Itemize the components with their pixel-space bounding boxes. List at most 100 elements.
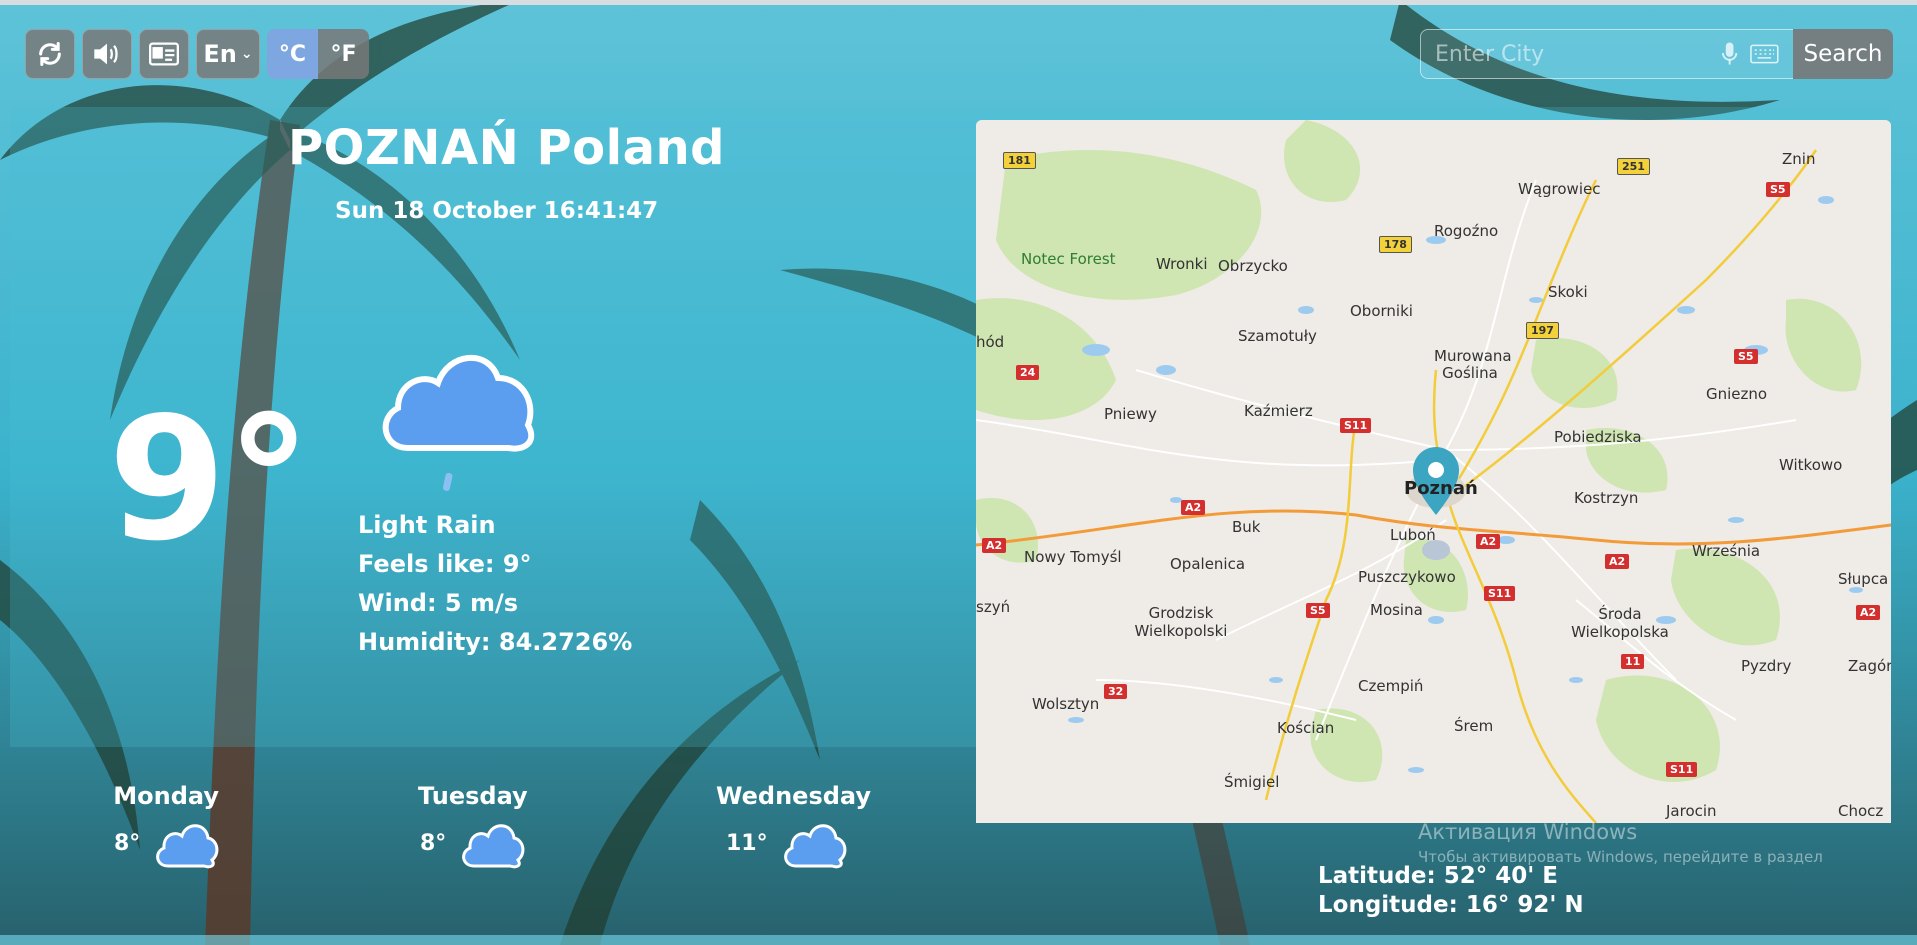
- map-place-label: Grodzisk Wielkopolski: [1134, 604, 1228, 640]
- map-place-label: Obrzycko: [1218, 257, 1288, 275]
- city-title: POZNAŃ Poland: [288, 120, 726, 176]
- wind-text: Wind: 5 m/s: [358, 589, 519, 617]
- microphone-icon[interactable]: [1721, 41, 1738, 67]
- cloud-icon: [156, 824, 219, 869]
- forecast-day-wednesday: Wednesday 11°: [716, 782, 871, 870]
- id-card-icon: [149, 42, 179, 66]
- road-shield: S11: [1666, 762, 1698, 777]
- map-place-label: Opalenica: [1170, 555, 1246, 573]
- road-shield: A2: [1181, 500, 1206, 515]
- card-button[interactable]: [139, 29, 189, 79]
- map-place-label: Śmigiel: [1224, 773, 1280, 791]
- map-place-label: Puszczykowo: [1358, 568, 1456, 586]
- toolbar: En ⌄ °C °F: [25, 29, 369, 79]
- coordinates: Latitude: 52° 40' E Longitude: 16° 92' N: [1318, 862, 1584, 920]
- weather-details: Light Rain Feels like: 9° Wind: 5 m/s Hu…: [358, 506, 632, 662]
- map-place-label: Nowy Tomyśl: [1024, 548, 1122, 566]
- map-place-label: Murowana Goślina: [1434, 347, 1512, 382]
- road-shield: A2: [1856, 605, 1881, 620]
- search-bar: Search: [1420, 29, 1893, 79]
- forecast-day-name: Tuesday: [418, 782, 528, 810]
- celsius-button[interactable]: °C: [267, 29, 318, 79]
- bottom-border: [0, 935, 1917, 945]
- forecast-day-name: Wednesday: [716, 782, 872, 810]
- map-place-label: Września: [1692, 542, 1761, 560]
- map-place-label: Pyzdry: [1741, 657, 1792, 675]
- map-place-label: Wronki: [1156, 255, 1208, 273]
- search-button[interactable]: Search: [1793, 29, 1893, 79]
- map-place-label: Rogoźno: [1434, 222, 1499, 240]
- forecast-day-name: Monday: [113, 782, 220, 810]
- map-place-label: Kościan: [1277, 719, 1335, 737]
- map-place-label: Pniewy: [1104, 405, 1157, 423]
- language-select[interactable]: En ⌄: [196, 29, 260, 79]
- map-place-label: Luboń: [1390, 526, 1436, 544]
- map-place-label: Witkowo: [1779, 456, 1843, 474]
- forecast-temp: 11°: [726, 830, 768, 856]
- map-view[interactable]: Znin Wągrowiec Rogoźno Notec Forest Wron…: [976, 120, 1891, 823]
- road-shield: A2: [1476, 534, 1501, 549]
- map-place-label: Środa Wielkopolska: [1571, 605, 1669, 641]
- forecast-day-tuesday: Tuesday 8°: [418, 782, 528, 870]
- road-shield: S5: [1734, 349, 1758, 364]
- map-place-label: Mosina: [1370, 601, 1423, 619]
- condition-text: Light Rain: [358, 511, 496, 539]
- search-field-wrapper: [1420, 29, 1793, 79]
- language-label: En: [203, 40, 237, 68]
- road-shield: A2: [1605, 554, 1630, 569]
- map-place-label: Szamotuły: [1238, 327, 1317, 345]
- refresh-button[interactable]: [25, 29, 75, 79]
- road-shield: 181: [1003, 152, 1036, 169]
- rain-cloud-icon: [378, 333, 538, 507]
- map-place-label: Śrem: [1454, 717, 1494, 735]
- keyboard-icon[interactable]: [1750, 44, 1779, 64]
- road-shield: 11: [1621, 654, 1645, 669]
- current-temperature: 9°: [108, 381, 312, 579]
- map-place-label: Znin: [1782, 150, 1816, 168]
- road-shield: S11: [1484, 586, 1516, 601]
- chevron-down-icon: ⌄: [240, 46, 253, 62]
- road-shield: S11: [1340, 418, 1372, 433]
- map-place-label: Skoki: [1548, 283, 1588, 301]
- map-place-label: Notec Forest: [1021, 250, 1116, 268]
- cloud-icon: [462, 824, 525, 869]
- humidity-text: Humidity: 84.2726%: [358, 628, 633, 656]
- forecast-temp: 8°: [420, 830, 447, 856]
- speaker-icon: [94, 43, 118, 65]
- map-place-label: Gniezno: [1706, 385, 1768, 403]
- map-place-label: Pobiedziska: [1554, 428, 1642, 446]
- road-shield: S5: [1766, 182, 1790, 197]
- longitude-text: Longitude: 16° 92' N: [1318, 892, 1584, 918]
- road-shield: 178: [1379, 236, 1412, 253]
- city-search-input[interactable]: [1435, 41, 1709, 67]
- map-place-label: Czempiń: [1358, 677, 1424, 695]
- road-shield: 32: [1104, 684, 1128, 699]
- top-border: [0, 0, 1917, 5]
- map-place-label: szyń: [976, 598, 1011, 616]
- map-place-label: Wolsztyn: [1032, 695, 1100, 713]
- forecast-list: Monday 8° Tuesday 8° Wednesday 11°: [0, 782, 900, 882]
- latitude-text: Latitude: 52° 40' E: [1318, 863, 1558, 889]
- map-place-label: Kostrzyn: [1574, 489, 1639, 507]
- map-place-label: Kaźmierz: [1244, 402, 1313, 420]
- map-place-label: Buk: [1232, 518, 1261, 536]
- watermark-title: Активация Windows: [1418, 820, 1638, 844]
- road-shield: S5: [1306, 603, 1330, 618]
- road-shield: 251: [1617, 158, 1650, 175]
- road-shield: A2: [982, 538, 1007, 553]
- windows-activation-watermark: Активация Windows Чтобы активировать Win…: [1418, 820, 1823, 866]
- road-shield: 24: [1016, 365, 1040, 380]
- feels-like-text: Feels like: 9°: [358, 550, 532, 578]
- cloud-icon: [783, 824, 847, 869]
- map-place-label: hód: [976, 333, 1005, 351]
- forecast-temp: 8°: [114, 830, 141, 856]
- map-place-label: Słupca: [1838, 570, 1889, 588]
- fahrenheit-button[interactable]: °F: [318, 29, 369, 79]
- refresh-icon: [39, 41, 61, 67]
- map-city-label-poznan: Poznań: [1404, 478, 1478, 499]
- sound-button[interactable]: [82, 29, 132, 79]
- map-place-label: Jarocin: [1666, 802, 1717, 820]
- map-place-label: Oborniki: [1350, 302, 1413, 320]
- map-place-label: Chocz: [1838, 802, 1884, 820]
- date-time: Sun 18 October 16:41:47: [335, 198, 659, 224]
